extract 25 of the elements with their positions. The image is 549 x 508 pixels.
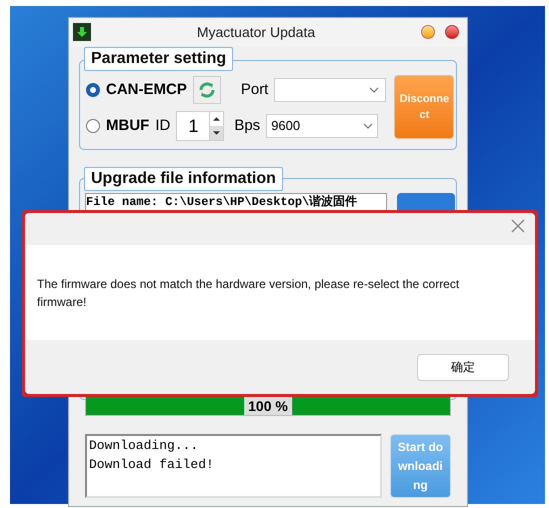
dialog-message: The firmware does not match the hardware version, please re-select the correct firmware! bbox=[37, 276, 460, 310]
chevron-down-icon bbox=[369, 87, 380, 93]
window-title: Myactuator Updata bbox=[196, 22, 316, 42]
radio-button[interactable] bbox=[86, 83, 100, 97]
minimize-button[interactable] bbox=[421, 25, 435, 39]
group-title: Parameter setting bbox=[84, 47, 234, 71]
refresh-button[interactable] bbox=[192, 76, 221, 104]
ok-button[interactable]: 确定 bbox=[417, 354, 509, 380]
port-label: Port bbox=[240, 80, 268, 100]
radio-label: MBUF bbox=[106, 116, 150, 136]
log-line: Download failed! bbox=[89, 456, 215, 474]
id-label: ID bbox=[155, 116, 170, 136]
chevron-down-icon bbox=[363, 123, 374, 129]
close-button[interactable] bbox=[445, 25, 459, 39]
radio-label: CAN-EMCP bbox=[106, 80, 187, 100]
id-spinbox[interactable]: 1 bbox=[176, 111, 224, 141]
refresh-icon bbox=[196, 80, 217, 100]
close-icon[interactable] bbox=[511, 219, 525, 233]
bps-dropdown[interactable]: 9600 bbox=[266, 114, 378, 138]
file-name-field[interactable]: File name: C:\Users\HP\Desktop\谐波固件 bbox=[85, 193, 387, 211]
progress-reading: 100 % bbox=[244, 397, 292, 415]
group-title: Upgrade file information bbox=[84, 167, 283, 191]
bps-label: Bps bbox=[234, 116, 260, 136]
log-line: Downloading... bbox=[89, 437, 200, 455]
radio-button[interactable] bbox=[86, 119, 100, 133]
